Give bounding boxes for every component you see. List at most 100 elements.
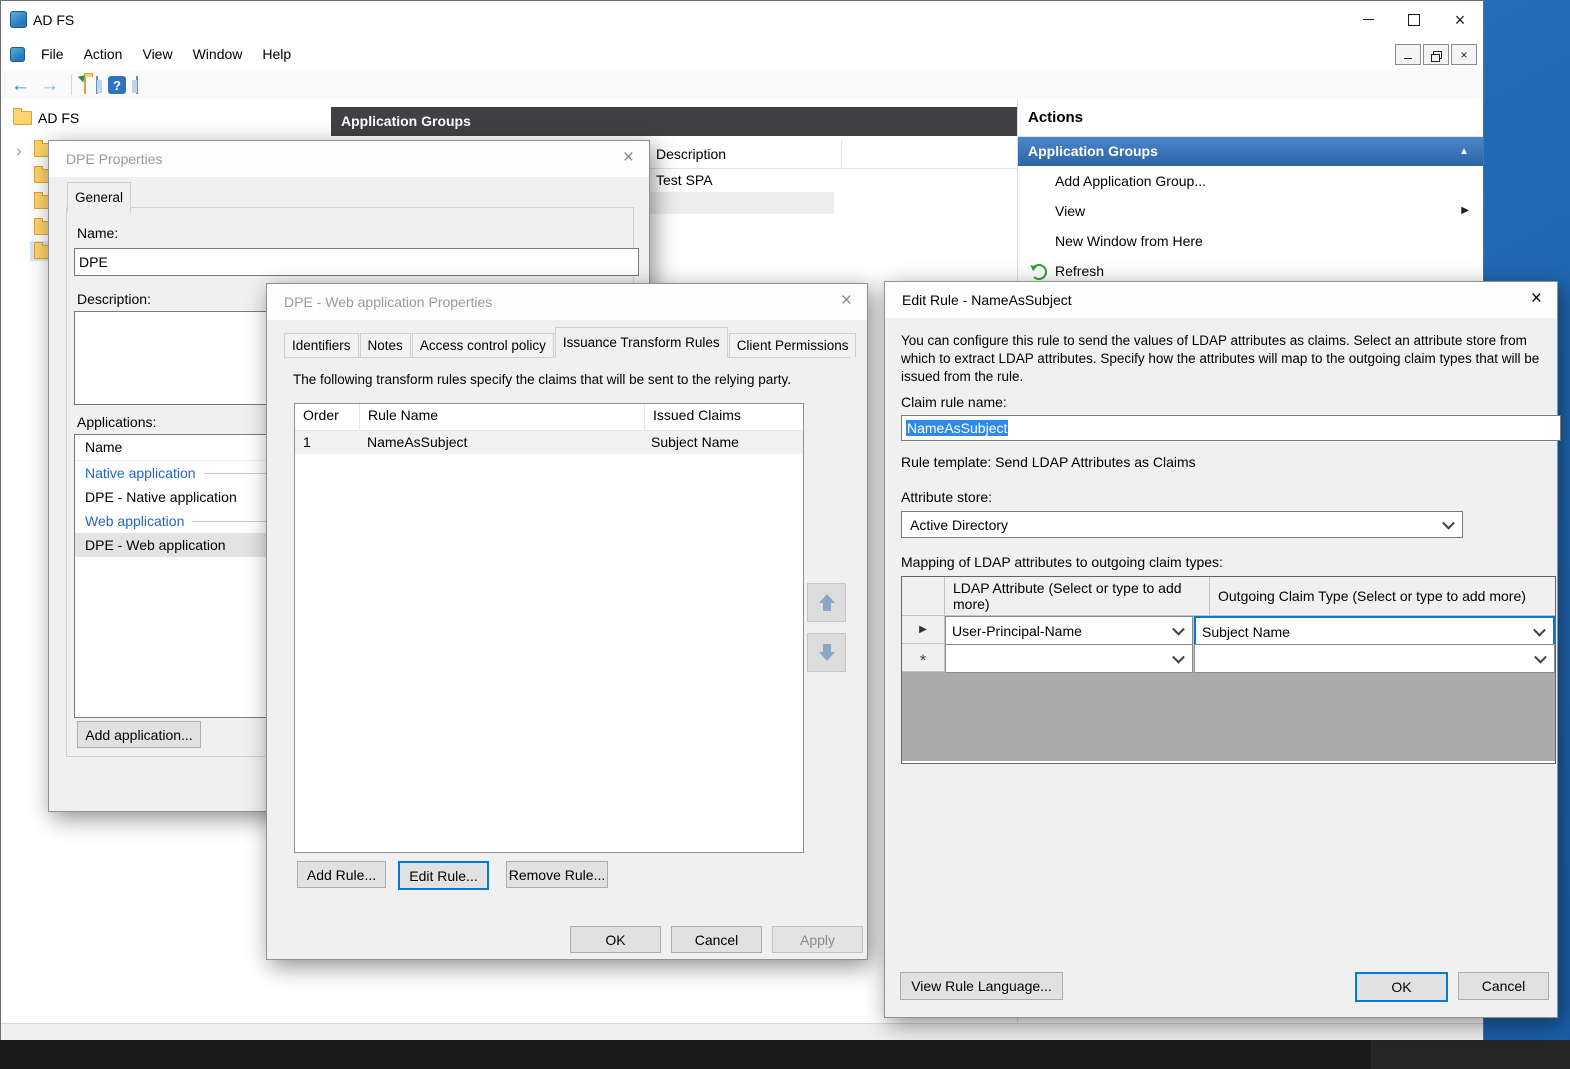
name-label: Name: bbox=[77, 225, 118, 241]
menu-action[interactable]: Action bbox=[74, 38, 133, 71]
claim-rule-name-label: Claim rule name: bbox=[901, 394, 1007, 410]
list-item-test-spa[interactable]: Test SPA bbox=[656, 172, 713, 188]
toolbar-separator bbox=[71, 75, 72, 95]
tab-client-permissions[interactable]: Client Permissions bbox=[729, 333, 857, 357]
taskbar-tray[interactable] bbox=[1371, 1040, 1570, 1069]
column-header-rule-name[interactable]: Rule Name bbox=[360, 404, 645, 430]
actions-section-application-groups[interactable]: Application Groups ▲ bbox=[1018, 137, 1483, 166]
rule-description-text: You can configure this rule to send the … bbox=[901, 332, 1549, 385]
help-icon[interactable]: ? bbox=[108, 76, 126, 94]
close-icon: × bbox=[1460, 49, 1467, 61]
close-icon[interactable]: × bbox=[841, 291, 852, 310]
export-list-icon[interactable] bbox=[84, 77, 86, 93]
column-header-issued-claims[interactable]: Issued Claims bbox=[645, 404, 803, 430]
action-new-window[interactable]: New Window from Here bbox=[1018, 226, 1483, 256]
tree-item-adfs[interactable]: AD FS bbox=[13, 110, 79, 126]
mdi-minimize-button[interactable] bbox=[1395, 44, 1421, 65]
tree-item-label: AD FS bbox=[38, 110, 79, 126]
row-selector-cell[interactable]: * bbox=[902, 644, 945, 672]
show-console-tree-icon[interactable] bbox=[96, 77, 98, 93]
mdi-close-button[interactable]: × bbox=[1451, 44, 1477, 65]
column-header-order[interactable]: Order bbox=[295, 404, 360, 430]
tree-expander-icon[interactable]: › bbox=[16, 141, 22, 161]
menu-file[interactable]: File bbox=[31, 38, 74, 71]
transform-rules-table[interactable]: Order Rule Name Issued Claims 1 NameAsSu… bbox=[294, 403, 804, 853]
outgoing-claim-cell bbox=[1194, 644, 1555, 672]
actions-section-label: Application Groups bbox=[1028, 143, 1158, 159]
status-bar bbox=[1, 1023, 1483, 1041]
edit-rule-button[interactable]: Edit Rule... bbox=[398, 861, 489, 890]
forward-icon[interactable]: → bbox=[40, 76, 59, 95]
outgoing-claim-select[interactable]: Subject Name bbox=[1194, 616, 1555, 647]
maximize-icon bbox=[1408, 14, 1420, 26]
cancel-button[interactable]: Cancel bbox=[671, 926, 762, 953]
toolbar: ← → ? bbox=[1, 71, 1483, 100]
move-up-button[interactable] bbox=[807, 583, 846, 622]
maximize-button[interactable] bbox=[1391, 1, 1437, 38]
add-application-button[interactable]: Add application... bbox=[77, 721, 201, 748]
dialog-titlebar[interactable]: DPE Properties × bbox=[49, 141, 649, 177]
action-view[interactable]: View ▶ bbox=[1018, 196, 1483, 226]
remove-rule-button[interactable]: Remove Rule... bbox=[506, 861, 608, 888]
applications-label: Applications: bbox=[77, 414, 156, 430]
restore-icon bbox=[1433, 51, 1442, 59]
list-item-selected[interactable] bbox=[649, 192, 834, 214]
ok-button[interactable]: OK bbox=[1355, 972, 1448, 1002]
outgoing-claim-select-empty[interactable] bbox=[1194, 644, 1555, 673]
move-down-button[interactable] bbox=[807, 633, 846, 672]
ldap-attribute-select[interactable]: User-Principal-Name bbox=[945, 616, 1193, 645]
table-row-nameassubject[interactable]: 1 NameAsSubject Subject Name bbox=[295, 431, 803, 454]
dialog-titlebar[interactable]: Edit Rule - NameAsSubject × bbox=[885, 282, 1557, 318]
arrow-down-icon bbox=[819, 644, 835, 661]
row-selector-cell[interactable]: ▶ bbox=[902, 616, 945, 644]
menu-view[interactable]: View bbox=[132, 38, 182, 71]
collapse-icon[interactable]: ▲ bbox=[1459, 137, 1469, 166]
caption-buttons: × bbox=[1345, 1, 1483, 38]
current-row-icon: ▶ bbox=[919, 624, 927, 635]
ok-button[interactable]: OK bbox=[570, 926, 661, 953]
tab-notes[interactable]: Notes bbox=[360, 333, 411, 357]
name-input[interactable]: DPE bbox=[74, 248, 639, 276]
column-header-description[interactable]: Description bbox=[649, 140, 842, 168]
dialog-titlebar[interactable]: DPE - Web application Properties × bbox=[267, 284, 867, 320]
grid-header-row: LDAP Attribute (Select or type to add mo… bbox=[902, 577, 1555, 616]
window-title: AD FS bbox=[33, 12, 74, 28]
taskbar[interactable] bbox=[0, 1040, 1570, 1069]
tab-identifiers[interactable]: Identifiers bbox=[284, 333, 359, 357]
ldap-attribute-select-empty[interactable] bbox=[945, 644, 1193, 673]
close-button[interactable]: × bbox=[1437, 1, 1483, 38]
back-icon[interactable]: ← bbox=[11, 76, 30, 95]
claim-rule-name-input[interactable]: NameAsSubject bbox=[901, 415, 1561, 441]
close-icon[interactable]: × bbox=[1531, 289, 1542, 308]
action-refresh-label: Refresh bbox=[1055, 263, 1104, 279]
tab-access-control-policy[interactable]: Access control policy bbox=[412, 333, 554, 357]
minimize-button[interactable] bbox=[1345, 1, 1391, 38]
add-rule-button[interactable]: Add Rule... bbox=[297, 861, 386, 888]
chevron-down-icon bbox=[1442, 516, 1455, 529]
actions-pane-title: Actions bbox=[1018, 99, 1483, 137]
attribute-store-select[interactable]: Active Directory bbox=[901, 511, 1463, 538]
refresh-icon bbox=[1031, 264, 1047, 280]
action-add-application-group[interactable]: Add Application Group... bbox=[1018, 166, 1483, 196]
grid-empty-area bbox=[902, 672, 1555, 761]
window-titlebar[interactable]: AD FS × bbox=[1, 1, 1483, 38]
show-action-pane-icon[interactable] bbox=[136, 77, 138, 93]
web-application-properties-dialog: DPE - Web application Properties × Ident… bbox=[266, 283, 868, 960]
mdi-restore-button[interactable] bbox=[1423, 44, 1449, 65]
dialog-title: Edit Rule - NameAsSubject bbox=[902, 292, 1072, 308]
chevron-down-icon bbox=[1172, 650, 1185, 663]
view-rule-language-button[interactable]: View Rule Language... bbox=[900, 972, 1063, 1000]
adfs-app-icon-small bbox=[10, 47, 25, 62]
tab-issuance-transform-rules[interactable]: Issuance Transform Rules bbox=[555, 327, 728, 358]
chevron-down-icon bbox=[1534, 650, 1547, 663]
menu-help[interactable]: Help bbox=[252, 38, 301, 71]
group-label: Native application bbox=[85, 465, 196, 481]
tab-general[interactable]: General bbox=[67, 182, 131, 213]
dialog-title: DPE Properties bbox=[66, 151, 162, 167]
ldap-attribute-cell: User-Principal-Name bbox=[945, 616, 1194, 644]
chevron-down-icon bbox=[1172, 622, 1185, 635]
menu-window[interactable]: Window bbox=[183, 38, 253, 71]
close-icon[interactable]: × bbox=[623, 148, 634, 167]
cancel-button[interactable]: Cancel bbox=[1458, 972, 1549, 1000]
dialog-title: DPE - Web application Properties bbox=[284, 294, 492, 310]
